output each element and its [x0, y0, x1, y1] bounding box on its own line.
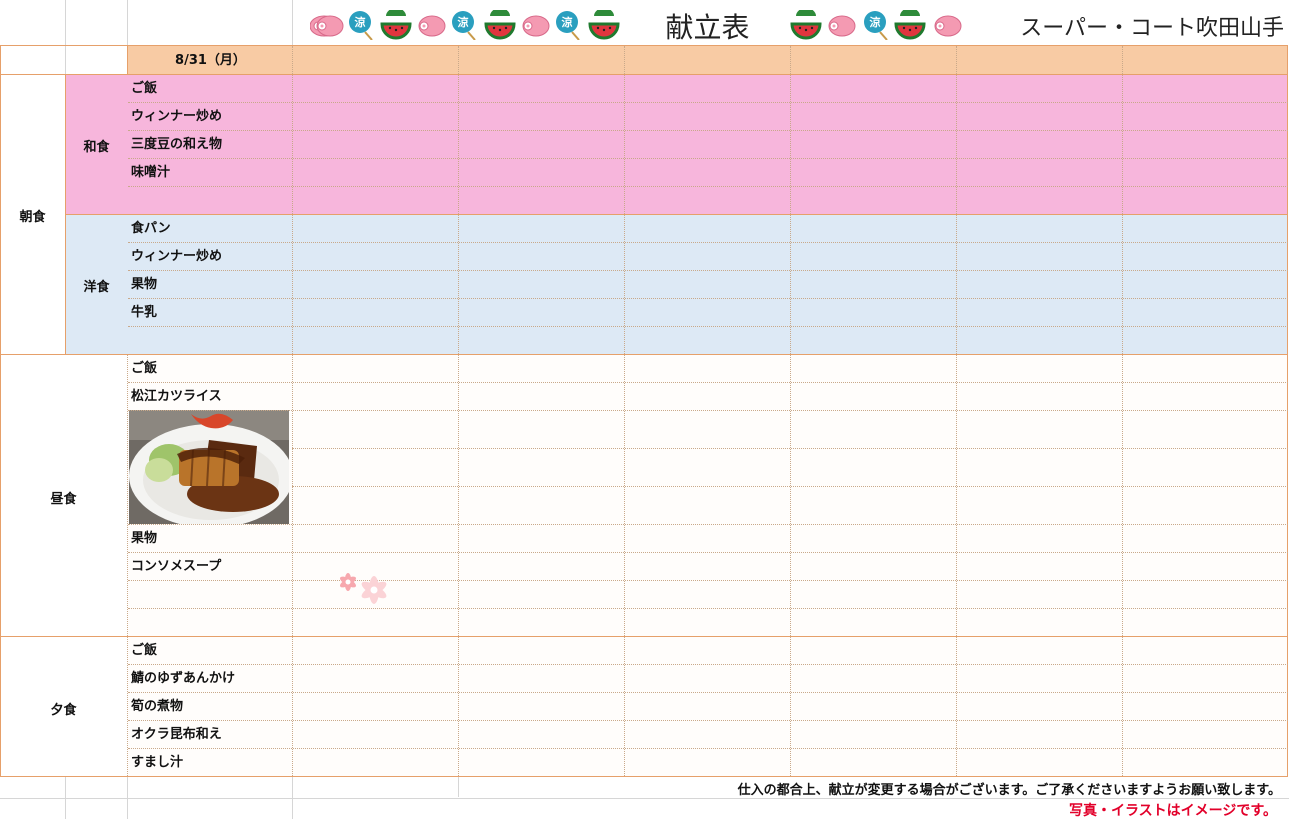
menu-item: 松江カツライス: [131, 389, 222, 404]
decoration-right: 涼: [790, 10, 962, 40]
fish-cake-icon: [418, 15, 446, 37]
svg-text:涼: 涼: [562, 15, 573, 29]
menu-item: 筍の煮物: [131, 699, 184, 714]
menu-change-notice: 仕入の都合上、献立が変更する場合がございます。ご了承くださいますようお願い致しま…: [737, 783, 1281, 798]
dinner-section: [0, 636, 1288, 777]
fan-cool-icon: 涼: [556, 11, 580, 40]
decoration-left: 涼 涼 涼: [310, 10, 620, 40]
watermelon-icon: [380, 10, 412, 40]
page-title: 献立表: [665, 11, 750, 44]
image-notice: 写真・イラストはイメージです。: [1068, 803, 1277, 819]
western-style-label: 洋食: [83, 280, 110, 295]
menu-item: ウィンナー炒め: [131, 109, 223, 124]
lunch-label: 昼食: [50, 492, 77, 507]
menu-item: すまし汁: [131, 755, 184, 770]
japanese-style-label: 和食: [83, 140, 110, 155]
menu-item: ご飯: [131, 81, 158, 96]
menu-item: 牛乳: [131, 305, 158, 320]
flower-decoration-icon: [340, 573, 387, 604]
katsu-rice-photo: [129, 410, 289, 524]
svg-text:涼: 涼: [870, 15, 881, 29]
menu-item: コンソメスープ: [131, 559, 222, 574]
dinner-label: 夕食: [50, 703, 77, 718]
menu-item: 鯖のゆずあんかけ: [131, 671, 236, 686]
fish-cake-icon: [316, 15, 344, 37]
menu-item: 味噌汁: [131, 165, 171, 180]
watermelon-icon: [588, 10, 620, 40]
svg-text:涼: 涼: [355, 15, 366, 29]
store-name: スーパー・コート吹田山手: [1020, 16, 1284, 41]
fan-cool-icon: 涼: [864, 11, 888, 40]
menu-item: ご飯: [131, 361, 158, 376]
svg-text:涼: 涼: [458, 15, 469, 29]
watermelon-icon: [894, 10, 926, 40]
menu-item: ウィンナー炒め: [131, 249, 223, 264]
menu-item: 三度豆の和え物: [131, 137, 223, 152]
menu-item: 果物: [131, 531, 158, 546]
menu-item: オクラ昆布和え: [131, 727, 222, 742]
watermelon-icon: [484, 10, 516, 40]
fish-cake-icon: [934, 15, 962, 37]
fish-cake-icon: [828, 15, 856, 37]
menu-item: ご飯: [131, 643, 158, 658]
watermelon-icon: [790, 10, 822, 40]
menu-item: 食パン: [131, 221, 171, 236]
fan-cool-icon: 涼: [452, 11, 476, 40]
menu-item: 果物: [131, 277, 158, 292]
date-label: 8/31（月）: [175, 53, 246, 68]
fan-cool-icon: 涼: [349, 11, 373, 40]
breakfast-label: 朝食: [19, 210, 46, 225]
fish-cake-icon: [522, 15, 550, 37]
